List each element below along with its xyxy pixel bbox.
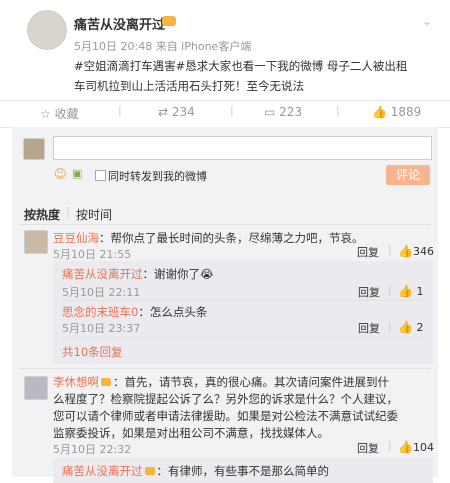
- repost-checkbox-label: 同时转发到我的微博: [108, 170, 207, 183]
- comment-button[interactable]: ▭ 223: [264, 105, 302, 119]
- reply-time: 5月10日 22:11: [62, 286, 141, 299]
- divider: |: [118, 104, 122, 117]
- reply-item: 痛苦从没离开过：谢谢你了😭: [62, 266, 213, 282]
- reply-text: ：怎么点头条: [138, 305, 208, 319]
- comment-input[interactable]: [53, 136, 432, 160]
- collect-label: 收藏: [54, 107, 79, 121]
- comment-like-button[interactable]: 👍346: [398, 244, 434, 258]
- comment-count: 223: [279, 105, 303, 119]
- vip-badge-icon: [162, 16, 176, 26]
- comment-like-count: 346: [412, 245, 434, 258]
- reply-like-count: 2: [416, 321, 424, 334]
- divider: [62, 337, 424, 338]
- post-text-line2: 车司机拉到山上活活用石头打死！至今无说法: [74, 79, 304, 93]
- reply-time: 5月10日 23:37: [62, 322, 141, 335]
- reply-like-button[interactable]: 👍 1: [398, 284, 423, 298]
- emoji-icon[interactable]: ☺: [54, 167, 67, 181]
- repost-icon: ⇄: [158, 105, 169, 119]
- thumb-up-icon: 👍: [398, 244, 413, 258]
- reply-author[interactable]: 思念的末班车0: [62, 305, 138, 319]
- comment-item: 豆豆仙海：帮你点了最长时间的头条，尽绵薄之力吧，节哀。: [53, 230, 364, 246]
- commenter-name[interactable]: 李休想啊: [53, 375, 99, 389]
- thumb-up-icon: 👍: [398, 320, 413, 334]
- divider: [62, 300, 424, 301]
- divider: |: [388, 283, 392, 296]
- avatar[interactable]: [27, 10, 67, 50]
- divider: [20, 224, 430, 225]
- reply-item: 痛苦从没离开过 ：有律师，有些事不是那么简单的: [62, 463, 329, 479]
- like-count: 1889: [390, 105, 422, 119]
- divider: |: [66, 205, 70, 218]
- comment-text: ：帮你点了最长时间的头条，尽绵薄之力吧，节哀。: [99, 231, 364, 245]
- commenter-avatar[interactable]: [24, 230, 48, 254]
- vip-badge-icon: [144, 467, 155, 475]
- star-icon: ☆: [40, 107, 51, 121]
- reply-button[interactable]: 回复: [358, 284, 380, 300]
- vip-badge-icon: [101, 378, 111, 386]
- divider: |: [230, 104, 234, 117]
- comment-like-button[interactable]: 👍104: [398, 440, 434, 454]
- divider: [20, 368, 430, 369]
- reply-text: ：有律师，有些事不是那么简单的: [156, 464, 330, 478]
- divider: |: [388, 319, 392, 332]
- comment-time: 5月10日 21:55: [53, 248, 132, 261]
- post-meta: 5月10日 20:48 来自 iPhone客户端: [74, 40, 252, 53]
- submit-comment-button[interactable]: 评论: [386, 165, 430, 185]
- reply-item: 思念的末班车0：怎么点头条: [62, 304, 207, 320]
- tab-hot[interactable]: 按热度: [24, 206, 60, 223]
- like-button[interactable]: 👍 1889: [372, 105, 421, 119]
- reply-like-button[interactable]: 👍 2: [398, 320, 423, 334]
- reply-button[interactable]: 回复: [358, 320, 380, 336]
- reply-text: ：谢谢你了😭: [142, 267, 214, 281]
- thumb-up-icon: 👍: [398, 284, 413, 298]
- comment-like-count: 104: [412, 441, 434, 454]
- repost-count: 234: [171, 105, 195, 119]
- image-icon[interactable]: ▣: [72, 167, 82, 180]
- chevron-down-icon[interactable]: ⌄: [422, 14, 432, 28]
- comment-text-line: 监察委投诉，如果是对出租公司不满意，找找媒体人。: [53, 426, 329, 440]
- reply-button[interactable]: 回复: [357, 440, 379, 456]
- divider: |: [388, 439, 392, 452]
- commenter-avatar[interactable]: [24, 376, 48, 400]
- divider: |: [388, 243, 392, 256]
- my-avatar: [23, 138, 45, 160]
- reply-author[interactable]: 痛苦从没离开过: [62, 267, 143, 281]
- commenter-name[interactable]: 豆豆仙海: [53, 231, 99, 245]
- divider: |: [336, 104, 340, 117]
- comment-icon: ▭: [264, 105, 276, 119]
- comment-time: 5月10日 22:32: [53, 443, 132, 456]
- post-username[interactable]: 痛苦从没离开过: [74, 14, 165, 33]
- repost-button[interactable]: ⇄ 234: [158, 105, 195, 119]
- thumb-up-icon: 👍: [398, 440, 413, 454]
- thumb-up-icon: 👍: [372, 105, 387, 119]
- post-text-line1: #空姐滴滴打车遇害#恳求大家也看一下我的微博 母子二人被出租: [74, 59, 408, 73]
- collect-button[interactable]: ☆ 收藏: [40, 105, 79, 122]
- repost-checkbox[interactable]: [95, 170, 106, 181]
- tab-time[interactable]: 按时间: [76, 206, 112, 223]
- more-replies-link[interactable]: 共10条回复: [62, 344, 123, 360]
- reply-like-count: 1: [416, 285, 424, 298]
- reply-button[interactable]: 回复: [357, 244, 379, 260]
- comment-text: ：首先，请节哀，真的很心痛。其次请问案件进展到什: [113, 375, 389, 389]
- reply-author[interactable]: 痛苦从没离开过: [62, 464, 143, 478]
